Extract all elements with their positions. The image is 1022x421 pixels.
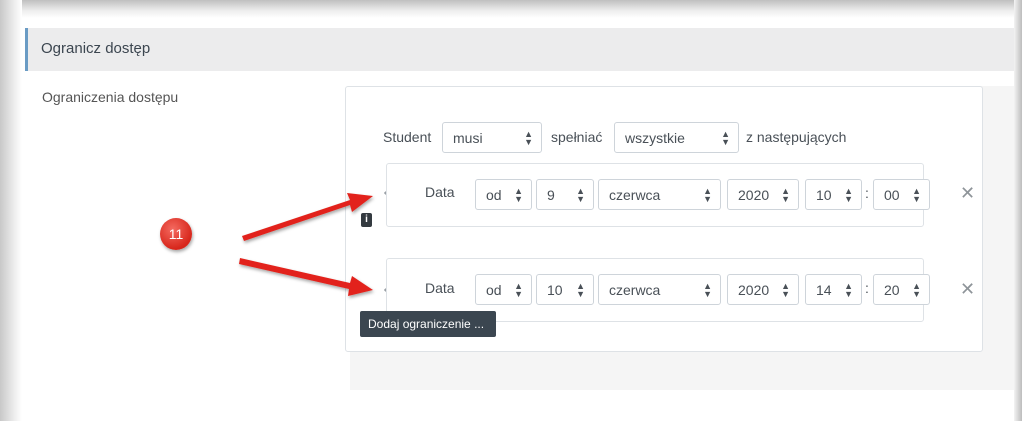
annotation-arrows	[239, 193, 373, 296]
annotation-badge: 11	[160, 218, 192, 250]
arrow-2	[239, 258, 373, 296]
arrow-1	[242, 193, 373, 241]
